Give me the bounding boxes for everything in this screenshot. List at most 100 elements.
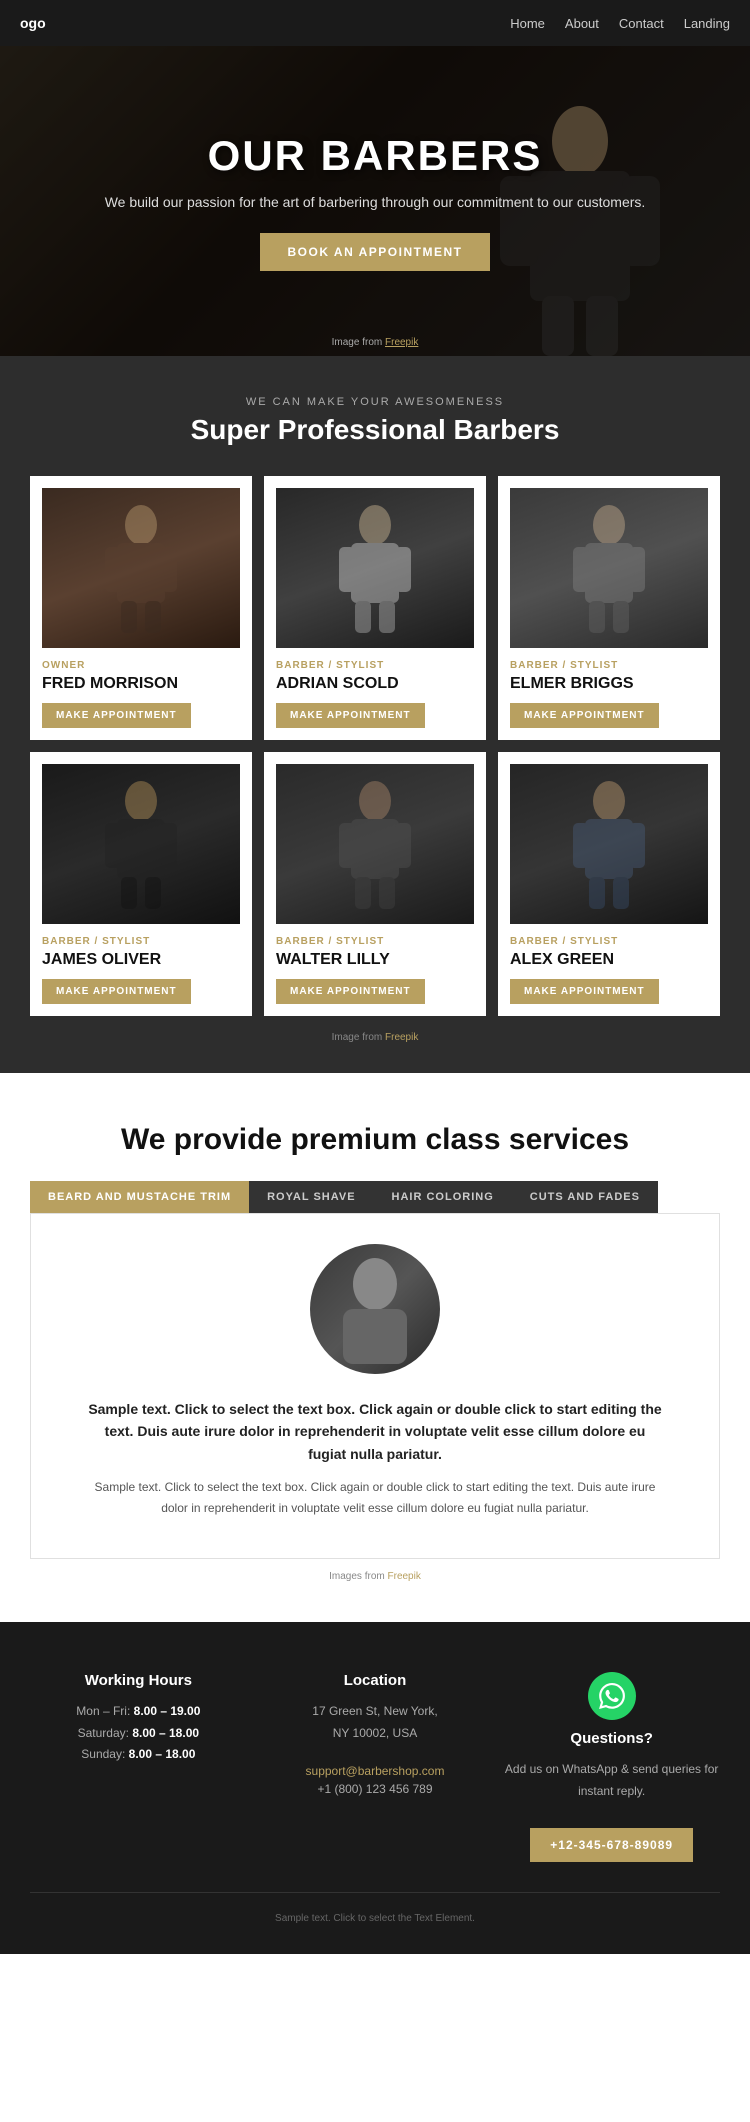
location-phone[interactable]: +1 (800) 123 456 789 — [317, 1782, 432, 1796]
barber-figure-james — [101, 779, 181, 909]
barber-role-adrian: BARBER / STYLIST — [276, 660, 474, 671]
hero-title: OUR BARBERS — [105, 132, 646, 180]
footer-location: Location 17 Green St, New York, NY 10002… — [267, 1672, 484, 1862]
footer-questions: Questions? Add us on WhatsApp & send que… — [503, 1672, 720, 1862]
sunday-hours: 8.00 – 18.00 — [129, 1747, 196, 1761]
barber-photo-walter — [276, 764, 474, 924]
barbers-section-label: WE CAN MAKE YOUR AWESOMENESS — [30, 396, 720, 408]
service-image — [310, 1244, 440, 1374]
hero-section: OUR BARBERS We build our passion for the… — [0, 46, 750, 356]
location-email[interactable]: support@barbershop.com — [306, 1764, 445, 1778]
barber-role-fred: OWNER — [42, 660, 240, 671]
services-credit: Images from Freepik — [30, 1571, 720, 1582]
tab-beard[interactable]: BEARD AND MUSTACHE TRIM — [30, 1181, 249, 1213]
barber-name-walter: WALTER LILLY — [276, 951, 474, 969]
weekday-hours: 8.00 – 19.00 — [134, 1704, 201, 1718]
barber-photo-elmer — [510, 488, 708, 648]
working-hours-weekdays: Mon – Fri: 8.00 – 19.00 — [30, 1701, 247, 1723]
barber-figure-elmer — [569, 503, 649, 633]
footer-bottom-text: Sample text. Click to select the Text El… — [275, 1913, 475, 1924]
barbers-section-title: Super Professional Barbers — [30, 414, 720, 446]
barber-photo-adrian — [276, 488, 474, 648]
barber-photo-james — [42, 764, 240, 924]
barber-name-alex: ALEX GREEN — [510, 951, 708, 969]
footer-working-hours: Working Hours Mon – Fri: 8.00 – 19.00 Sa… — [30, 1672, 247, 1862]
barber-card-alex: BARBER / STYLIST ALEX GREEN MAKE APPOINT… — [498, 752, 720, 1016]
appointment-btn-adrian[interactable]: MAKE APPOINTMENT — [276, 703, 425, 728]
hero-credit: Image from Freepik — [332, 337, 419, 348]
barber-photo-alex — [510, 764, 708, 924]
nav-landing[interactable]: Landing — [684, 16, 730, 31]
footer: Working Hours Mon – Fri: 8.00 – 19.00 Sa… — [0, 1622, 750, 1954]
nav-about[interactable]: About — [565, 16, 599, 31]
barber-figure-alex — [569, 779, 649, 909]
hero-subtitle: We build our passion for the art of barb… — [105, 192, 646, 213]
barber-name-elmer: ELMER BRIGGS — [510, 675, 708, 693]
services-tabs: BEARD AND MUSTACHE TRIM ROYAL SHAVE HAIR… — [30, 1181, 720, 1213]
service-text-main: Sample text. Click to select the text bo… — [85, 1398, 665, 1465]
barber-role-walter: BARBER / STYLIST — [276, 936, 474, 947]
nav-links: Home About Contact Landing — [510, 16, 730, 31]
barber-card-walter: BARBER / STYLIST WALTER LILLY MAKE APPOI… — [264, 752, 486, 1016]
barber-figure-adrian — [335, 503, 415, 633]
location-title: Location — [267, 1672, 484, 1689]
hero-content: OUR BARBERS We build our passion for the… — [85, 112, 666, 291]
barber-card-elmer: BARBER / STYLIST ELMER BRIGGS MAKE APPOI… — [498, 476, 720, 740]
hero-credit-text: Image from — [332, 337, 385, 348]
sunday-label: Sunday: — [81, 1747, 125, 1761]
barbers-grid: OWNER FRED MORRISON MAKE APPOINTMENT BAR… — [30, 476, 720, 1016]
barbers-credit-text: Image from — [332, 1032, 385, 1043]
service-content: Sample text. Click to select the text bo… — [30, 1213, 720, 1559]
barbers-credit: Image from Freepik — [30, 1032, 720, 1043]
nav-home[interactable]: Home — [510, 16, 545, 31]
appointment-btn-fred[interactable]: MAKE APPOINTMENT — [42, 703, 191, 728]
barber-figure-walter — [335, 779, 415, 909]
footer-bottom: Sample text. Click to select the Text El… — [30, 1892, 720, 1924]
working-hours-title: Working Hours — [30, 1672, 247, 1689]
location-address1: 17 Green St, New York, — [267, 1701, 484, 1723]
appointment-btn-walter[interactable]: MAKE APPOINTMENT — [276, 979, 425, 1004]
barber-name-james: JAMES OLIVER — [42, 951, 240, 969]
whatsapp-svg — [599, 1683, 625, 1709]
tab-cuts[interactable]: CUTS AND FADES — [512, 1181, 658, 1213]
appointment-btn-elmer[interactable]: MAKE APPOINTMENT — [510, 703, 659, 728]
barber-card-fred: OWNER FRED MORRISON MAKE APPOINTMENT — [30, 476, 252, 740]
barbers-section: WE CAN MAKE YOUR AWESOMENESS Super Profe… — [0, 356, 750, 1073]
questions-title: Questions? — [503, 1730, 720, 1747]
services-credit-link[interactable]: Freepik — [388, 1571, 421, 1582]
appointment-btn-alex[interactable]: MAKE APPOINTMENT — [510, 979, 659, 1004]
barber-card-james: BARBER / STYLIST JAMES OLIVER MAKE APPOI… — [30, 752, 252, 1016]
services-section-title: We provide premium class services — [30, 1123, 720, 1157]
barber-role-james: BARBER / STYLIST — [42, 936, 240, 947]
working-hours-saturday: Saturday: 8.00 – 18.00 — [30, 1723, 247, 1745]
barber-name-fred: FRED MORRISON — [42, 675, 240, 693]
weekday-label: Mon – Fri: — [76, 1704, 130, 1718]
saturday-hours: 8.00 – 18.00 — [132, 1726, 199, 1740]
barber-figure-fred — [101, 503, 181, 633]
location-address2: NY 10002, USA — [267, 1723, 484, 1745]
logo: ogo — [20, 15, 46, 31]
services-section: We provide premium class services BEARD … — [0, 1073, 750, 1622]
barbers-credit-link[interactable]: Freepik — [385, 1032, 418, 1043]
working-hours-sunday: Sunday: 8.00 – 18.00 — [30, 1744, 247, 1766]
barber-name-adrian: ADRIAN SCOLD — [276, 675, 474, 693]
barber-photo-fred — [42, 488, 240, 648]
navbar: ogo Home About Contact Landing — [0, 0, 750, 46]
barber-role-alex: BARBER / STYLIST — [510, 936, 708, 947]
nav-contact[interactable]: Contact — [619, 16, 664, 31]
questions-text: Add us on WhatsApp & send queries for in… — [503, 1759, 720, 1802]
saturday-label: Saturday: — [78, 1726, 129, 1740]
services-credit-text: Images from — [329, 1571, 387, 1582]
tab-coloring[interactable]: HAIR COLORING — [374, 1181, 512, 1213]
whatsapp-icon — [588, 1672, 636, 1720]
service-text-sub: Sample text. Click to select the text bo… — [85, 1477, 665, 1518]
tab-shave[interactable]: ROYAL SHAVE — [249, 1181, 373, 1213]
service-person-image — [325, 1254, 425, 1364]
appointment-btn-james[interactable]: MAKE APPOINTMENT — [42, 979, 191, 1004]
barber-role-elmer: BARBER / STYLIST — [510, 660, 708, 671]
footer-grid: Working Hours Mon – Fri: 8.00 – 19.00 Sa… — [30, 1672, 720, 1862]
book-appointment-button[interactable]: BOOK AN APPOINTMENT — [260, 233, 491, 271]
hero-credit-link[interactable]: Freepik — [385, 337, 418, 348]
phone-button[interactable]: +12-345-678-89089 — [530, 1828, 693, 1862]
barber-card-adrian: BARBER / STYLIST ADRIAN SCOLD MAKE APPOI… — [264, 476, 486, 740]
